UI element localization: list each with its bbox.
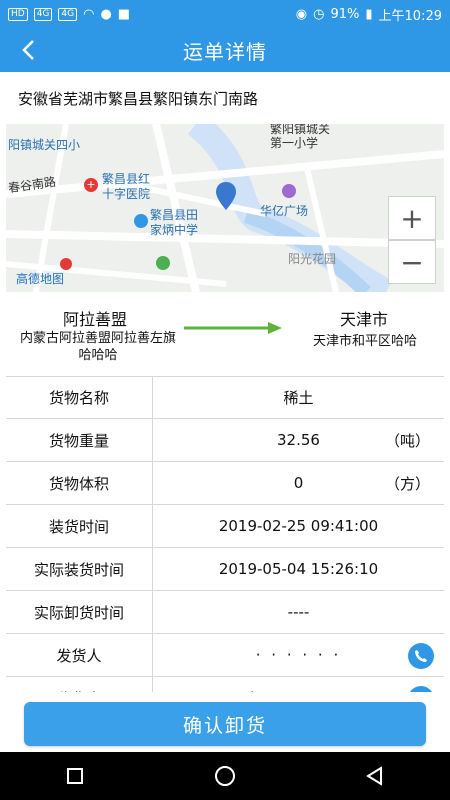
zoom-in-button[interactable]: +: [388, 196, 436, 240]
confirm-unload-button[interactable]: 确认卸货: [24, 702, 426, 746]
row-value: 稀土: [283, 388, 314, 407]
row-label: 货物名称: [6, 376, 153, 418]
poi-icon: [60, 258, 72, 270]
table-row: 实际装货时间 2019-05-04 15:26:10: [6, 548, 444, 591]
destination-city: 天津市: [339, 310, 388, 329]
status-bar: HD 4G 4G ◠ ● ■ ◉ ◷ 91% ▮ 上午10:29: [0, 0, 450, 28]
row-value: 2019-02-25 09:41:00: [218, 517, 379, 535]
location-pin-icon: [216, 182, 236, 210]
map-brand: 高德地图: [16, 272, 65, 286]
route-arrow-icon: [184, 322, 282, 334]
row-value: ----: [287, 603, 310, 621]
origin-address: 内蒙古阿拉善盟阿拉善左旗哈哈哈: [19, 331, 176, 363]
clock: 上午10:29: [378, 8, 442, 24]
triangle-back-icon: [366, 766, 382, 786]
origin-city: 阿拉善盟: [62, 310, 127, 329]
metro-icon: [156, 256, 170, 270]
nav-bar: 运单详情: [0, 28, 450, 72]
map-label-hospital: 繁昌县红 十字医院: [102, 172, 151, 201]
back-button[interactable]: [14, 36, 42, 64]
table-row: 货物名称 稀土: [6, 376, 444, 419]
address-text: 安徽省芜湖市繁昌县繁阳镇东门南路: [18, 89, 259, 108]
row-label: 实际卸货时间: [6, 591, 153, 633]
map-label-school-top: 繁阳镇城关 第一小学: [270, 124, 331, 150]
4g-indicator-2: 4G: [58, 7, 78, 21]
destination-address: 天津市和平区哈哈: [312, 334, 417, 349]
circle-icon: [215, 766, 235, 786]
table-row: 货物体积 0 （方）: [6, 462, 444, 505]
row-value: · · · · · ·: [255, 646, 342, 664]
hospital-icon: +: [84, 178, 98, 192]
notification-icon: ●: [100, 6, 112, 22]
page-title: 运单详情: [183, 39, 267, 64]
recent-apps-button[interactable]: [55, 756, 95, 796]
battery-level: 91%: [330, 6, 360, 22]
map-label-garden: 阳光花园: [288, 252, 337, 266]
route-summary: 阿拉善盟 内蒙古阿拉善盟阿拉善左旗哈哈哈 天津市 天津市和平区哈哈: [6, 292, 444, 377]
call-shipper-button[interactable]: [408, 643, 434, 669]
hd-indicator: HD: [8, 7, 28, 21]
table-row: 装货时间 2019-02-25 09:41:00: [6, 505, 444, 548]
phone-icon: [415, 650, 427, 662]
row-label: 货物重量: [6, 419, 153, 461]
4g-indicator: 4G: [33, 7, 53, 21]
row-value: 2019-05-04 15:26:10: [218, 560, 379, 578]
row-label: 发货人: [6, 634, 153, 676]
map-label-school-left: 阳镇城关四小: [8, 138, 81, 152]
wifi-icon: ◠: [83, 6, 95, 22]
back-system-button[interactable]: [355, 756, 395, 796]
system-nav-bar: [0, 752, 450, 800]
battery-icon: ▮: [365, 6, 373, 22]
detail-table: 货物名称 稀土 货物重量 32.56 （吨） 货物体积 0 （方） 装货时间 2…: [6, 376, 444, 720]
map-view[interactable]: 繁阳镇城关 第一小学 阳镇城关四小 春谷南路 繁昌县红 十字医院 + 繁昌县田 …: [6, 124, 444, 292]
alarm-icon: ◷: [313, 6, 325, 22]
table-row: 货物重量 32.56 （吨）: [6, 419, 444, 462]
row-unit: （方）: [384, 474, 430, 493]
home-button[interactable]: [205, 756, 245, 796]
row-label: 装货时间: [6, 505, 153, 547]
row-label: 货物体积: [6, 462, 153, 504]
zoom-out-button[interactable]: −: [388, 240, 436, 284]
row-label: 实际装货时间: [6, 548, 153, 590]
row-unit: （吨）: [384, 431, 430, 450]
shopping-icon: [282, 184, 296, 198]
map-label-school-mid: 繁昌县田 家炳中学: [150, 208, 199, 237]
eye-icon: ◉: [295, 6, 308, 22]
table-row: 发货人 · · · · · ·: [6, 634, 444, 677]
school-icon: [134, 214, 148, 228]
message-icon: ■: [117, 6, 131, 22]
square-icon: [67, 768, 83, 784]
map-label-plaza: 华亿广场: [260, 204, 309, 218]
table-row: 实际卸货时间 ----: [6, 591, 444, 634]
chevron-left-icon: [22, 40, 34, 60]
